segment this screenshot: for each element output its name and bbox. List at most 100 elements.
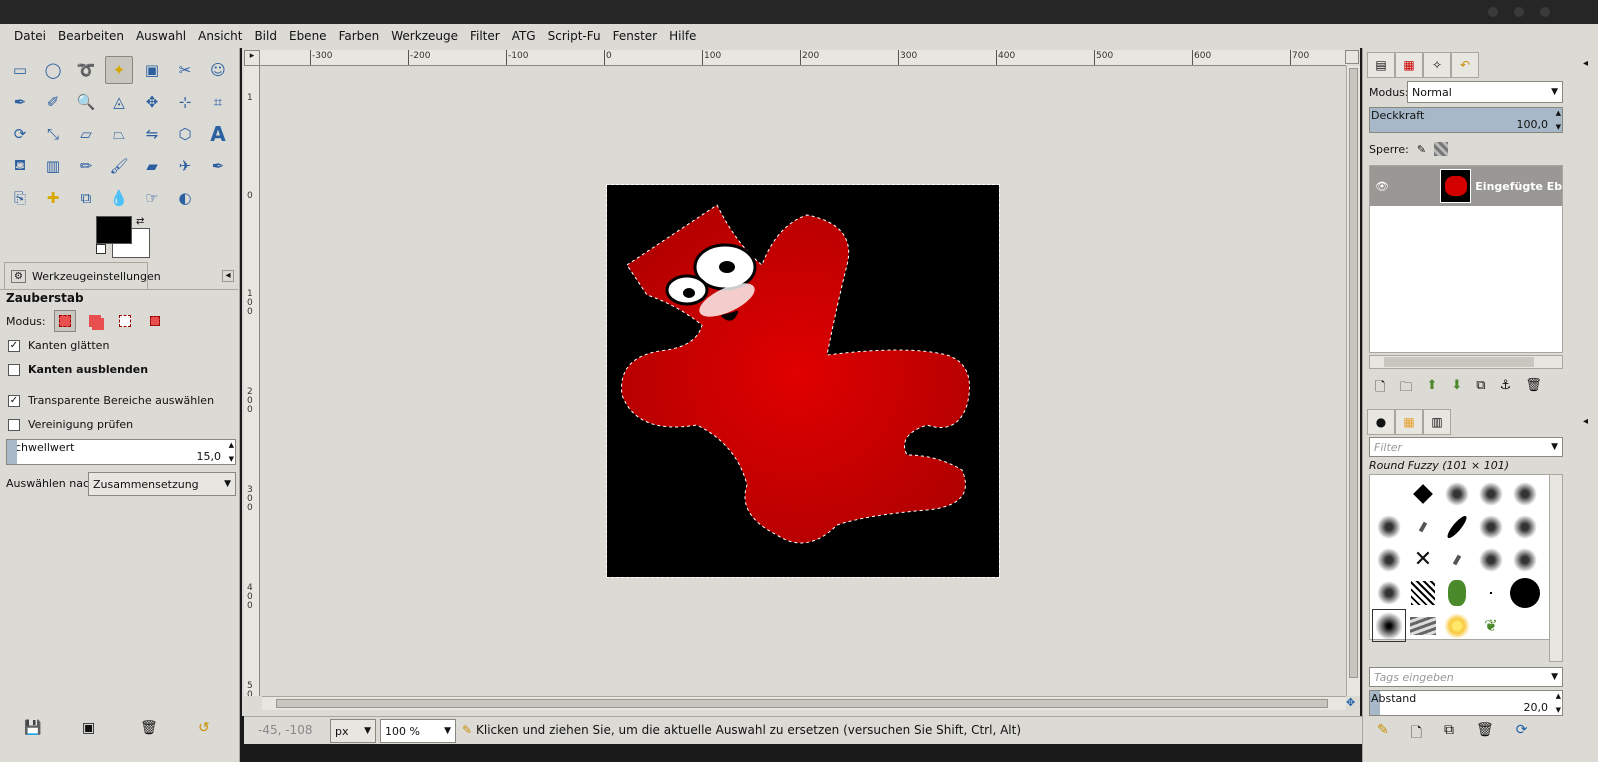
navigate-icon[interactable]: ✥ [1346,696,1360,710]
airbrush-icon[interactable]: ✈ [171,152,199,180]
brush-item[interactable] [1372,477,1406,510]
duplicate-layer-icon[interactable]: ⧉ [1476,378,1485,400]
layer-row[interactable]: 👁 Eingefügte Ebe [1370,166,1562,206]
tab-patterns[interactable]: ▦ [1395,409,1423,435]
refresh-brushes-icon[interactable]: ⟳ [1516,722,1528,746]
brush-item[interactable] [1406,510,1440,543]
blur-icon[interactable]: 💧 [105,184,133,212]
brush-item[interactable] [1372,510,1406,543]
mode-add-button[interactable] [84,310,106,332]
delete-options-icon[interactable]: 🗑 [140,720,158,736]
brush-item[interactable] [1474,477,1508,510]
layer-mode-dropdown[interactable]: Normal ▼ [1407,81,1563,103]
minimize-button[interactable] [1488,7,1498,17]
select-by-dropdown[interactable]: Zusammensetzung ▼ [88,472,236,496]
default-colors-icon[interactable] [96,244,106,254]
paths-icon[interactable]: ✒ [6,88,34,116]
antialias-checkbox[interactable]: ✓ [8,339,20,352]
brush-item[interactable] [1406,576,1440,609]
brush-item[interactable] [1508,477,1542,510]
edit-brush-icon[interactable]: ✎ [1377,722,1389,746]
delete-brush-icon[interactable]: 🗑 [1476,722,1494,746]
close-button[interactable] [1540,7,1550,17]
lasso-icon[interactable]: ➰ [72,56,100,84]
tab-gradients[interactable]: ▥ [1423,409,1451,435]
spin-up-icon[interactable]: ▲ [229,441,234,449]
menu-colors[interactable]: Farben [333,24,386,48]
vscroll-thumb[interactable] [1349,68,1358,678]
blend-icon[interactable]: ▥ [39,152,67,180]
mode-intersect-button[interactable] [144,310,166,332]
ellipse-select-icon[interactable]: ◯ [39,56,67,84]
crop-icon[interactable]: ⌗ [204,88,232,116]
menu-filters[interactable]: Filter [464,24,506,48]
anchor-layer-icon[interactable]: ⚓ [1500,378,1512,400]
brush-item[interactable] [1440,543,1474,576]
tab-brushes[interactable]: ● [1367,409,1395,435]
scissors-icon[interactable]: ✂ [171,56,199,84]
smudge-icon[interactable]: ☞ [138,184,166,212]
brush-item[interactable] [1372,543,1406,576]
brush-item[interactable] [1372,576,1406,609]
perspective-clone-icon[interactable]: ⧉ [72,184,100,212]
save-options-icon[interactable]: 💾 [24,720,41,736]
zoom-dropdown[interactable]: 100 % ▼ [380,719,456,743]
tab-paths[interactable]: ✧ [1423,52,1451,78]
spin-up-icon[interactable]: ▲ [1556,109,1561,117]
menu-tools[interactable]: Werkzeuge [385,24,464,48]
image-canvas[interactable] [606,184,1000,578]
brush-filter-dropdown[interactable]: Filter ▼ [1369,437,1563,457]
cage-icon[interactable]: ⬡ [171,120,199,148]
brush-vscrollbar[interactable] [1549,474,1563,662]
tab-layers[interactable]: ▤ [1367,52,1395,78]
new-layer-group-icon[interactable]: 🗀 [1399,378,1412,400]
paintbrush-icon[interactable]: 🖌 [105,152,133,180]
menu-select[interactable]: Auswahl [130,24,192,48]
tab-undo[interactable]: ↶ [1451,52,1479,78]
measure-icon[interactable]: ◬ [105,88,133,116]
mode-replace-button[interactable] [53,310,76,332]
menu-script-fu[interactable]: Script-Fu [542,24,607,48]
move-icon[interactable]: ✥ [138,88,166,116]
feather-checkbox[interactable] [8,363,20,376]
foreground-select-icon[interactable]: ☺ [204,56,232,84]
hscroll-thumb[interactable] [276,699,1328,708]
brush-item[interactable] [1474,576,1508,609]
raise-layer-icon[interactable]: ⬆ [1426,378,1437,400]
spin-down-icon[interactable]: ▼ [1556,706,1561,714]
spin-down-icon[interactable]: ▼ [229,455,234,463]
eraser-icon[interactable]: ▰ [138,152,166,180]
opacity-spin[interactable]: Deckkraft 100,0 ▲ ▼ [1369,107,1563,133]
menu-view[interactable]: Ansicht [192,24,248,48]
lock-pixels-icon[interactable]: ✎ [1417,143,1426,156]
ink-icon[interactable]: ✒ [204,152,232,180]
brush-item[interactable] [1372,609,1406,642]
ruler-corner-icon[interactable]: ▸ [244,50,260,66]
panel-menu-icon[interactable]: ◂ [1583,416,1588,427]
perspective-icon[interactable]: ⏢ [105,120,133,148]
threshold-spin[interactable]: Schwellwert 15,0 ▲ ▼ [6,439,236,465]
spacing-spin[interactable]: Abstand 20,0 ▲ ▼ [1369,690,1563,716]
menu-edit[interactable]: Bearbeiten [52,24,130,48]
restore-options-icon[interactable]: ▣ [82,720,95,736]
magic-wand-icon[interactable]: ✦ [105,56,133,84]
menu-file[interactable]: Datei [8,24,52,48]
brush-item[interactable] [1474,543,1508,576]
mode-subtract-button[interactable] [114,310,136,332]
zoom-to-fit-icon[interactable] [1345,50,1359,64]
brush-item[interactable] [1440,609,1474,642]
color-picker-icon[interactable]: ✐ [39,88,67,116]
canvas-vscrollbar[interactable] [1346,66,1360,696]
duplicate-brush-icon[interactable]: ⧉ [1444,722,1454,746]
foreground-color-swatch-front[interactable] [96,216,132,244]
menu-atg[interactable]: ATG [506,24,542,48]
menu-windows[interactable]: Fenster [607,24,664,48]
brush-item[interactable]: ❦ [1474,609,1508,642]
pencil-icon[interactable]: ✏ [72,152,100,180]
brush-item[interactable] [1406,477,1440,510]
brush-item[interactable] [1406,609,1440,642]
bucket-fill-icon[interactable]: ⛾ [6,152,34,180]
unit-dropdown[interactable]: px ▼ [330,719,376,743]
brush-item[interactable] [1474,510,1508,543]
rotate-icon[interactable]: ⟳ [6,120,34,148]
